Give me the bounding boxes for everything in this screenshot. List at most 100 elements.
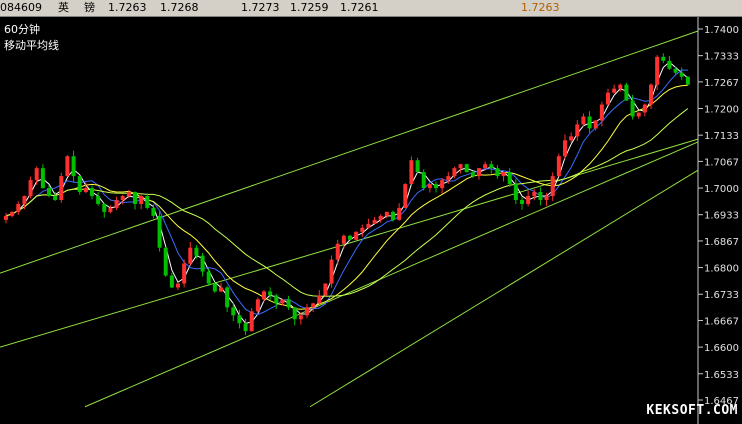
candle-body <box>372 219 377 224</box>
candle-body <box>65 156 70 177</box>
candle-body <box>28 180 33 197</box>
candle-body <box>151 207 156 216</box>
last-price: 1.7263 <box>521 1 560 14</box>
price-chart: 1.7400 1.7333 1.7267 1.7200 1.7133 1.7067 1.70… <box>0 17 739 424</box>
candle-body <box>145 196 150 208</box>
candle-body <box>10 211 15 216</box>
chart-title: 60分钟 <box>4 23 40 36</box>
y-tick-label: 1.6933 <box>704 211 739 222</box>
candle-body <box>114 199 119 208</box>
candle-body <box>59 176 64 200</box>
candle-body <box>335 243 340 260</box>
candle-body <box>384 211 389 216</box>
candle-body <box>188 247 193 264</box>
candle-body <box>274 295 279 304</box>
ma-slow-line <box>5 84 688 310</box>
candle-body <box>255 299 260 312</box>
candle-body <box>292 307 297 320</box>
candle-body <box>427 184 432 189</box>
candle-body <box>96 196 101 204</box>
candle-body <box>673 68 678 73</box>
candle-body <box>243 323 248 332</box>
candle-body <box>550 176 555 197</box>
candle-body <box>126 192 131 197</box>
trendline-channel-mid <box>0 138 699 348</box>
candle-body <box>415 160 420 173</box>
candle-body <box>298 315 303 320</box>
quote-bar: 084609 英 镑 1.7263 1.7268 1.7273 1.7259 1… <box>0 0 742 17</box>
candle-body <box>4 215 8 220</box>
candle-body <box>520 199 524 204</box>
ma-long-line <box>5 108 689 297</box>
candle-body <box>593 120 598 129</box>
y-tick-label: 1.6800 <box>704 264 739 275</box>
candle-body <box>532 192 537 197</box>
candle-body <box>495 168 500 177</box>
candle-body <box>409 160 414 185</box>
candle-body <box>354 231 359 240</box>
candle-body <box>642 104 647 113</box>
candle-body <box>630 100 635 117</box>
symbol-name-2: 镑 <box>84 1 95 14</box>
candle-body <box>249 311 254 332</box>
quote-value-1: 1.7263 <box>108 1 147 14</box>
candle-body <box>206 271 211 284</box>
candle-body <box>120 196 125 200</box>
candle-body <box>464 164 469 173</box>
candle-body <box>606 92 610 105</box>
candle-body <box>83 188 88 193</box>
candle-body <box>563 140 567 157</box>
candle-body <box>102 203 107 212</box>
candle-body <box>348 235 352 240</box>
candle-body <box>16 203 21 212</box>
candle-body <box>317 295 322 304</box>
candle-body <box>22 196 27 204</box>
candle-body <box>366 223 371 228</box>
candle-body <box>262 291 266 300</box>
y-tick-label: 1.7000 <box>704 184 739 195</box>
candle-body <box>477 168 481 177</box>
candle-body <box>163 247 168 276</box>
candle-body <box>655 56 660 85</box>
candle-body <box>526 196 531 204</box>
candle-body <box>483 164 488 169</box>
candle-body <box>139 196 144 204</box>
candle-body <box>391 211 395 220</box>
candle-body <box>667 60 672 69</box>
candle-body <box>624 84 629 101</box>
candle-body <box>378 215 383 220</box>
trendline-lower <box>84 141 699 408</box>
y-tick-label: 1.7400 <box>704 25 739 36</box>
chart-subtitle: 移动平均线 <box>4 39 59 52</box>
y-tick-label: 1.7200 <box>704 105 739 116</box>
candle-body <box>679 72 684 77</box>
candle-body <box>329 259 334 284</box>
candle-body <box>612 88 617 93</box>
candle-body <box>77 176 82 193</box>
candle-body <box>434 184 438 189</box>
candle-body <box>286 299 291 308</box>
candle-body <box>71 156 76 177</box>
candle-body <box>280 299 285 304</box>
candle-body <box>569 136 574 141</box>
candle-body <box>194 247 199 256</box>
quote-value-5: 1.7261 <box>340 1 379 14</box>
candle-body <box>587 116 592 129</box>
y-tick-label: 1.7333 <box>704 52 739 63</box>
watermark-logo: KEKSOFT.COM <box>646 403 738 418</box>
candle-body <box>618 84 623 89</box>
candle-body <box>649 84 653 105</box>
candle-body <box>40 168 45 189</box>
y-axis: 1.7400 1.7333 1.7267 1.7200 1.7133 1.7067 1.70… <box>697 17 739 424</box>
y-tick-label: 1.7267 <box>704 78 739 89</box>
candle-body <box>200 255 205 272</box>
candle-body <box>556 156 561 177</box>
symbol-code: 084609 <box>0 1 42 14</box>
candle-body <box>182 263 187 284</box>
trendlines <box>0 30 699 408</box>
candle-body <box>513 184 518 200</box>
candle-body <box>360 227 365 232</box>
candle-body <box>403 184 408 208</box>
symbol-name-1: 英 <box>58 1 69 14</box>
candle-body <box>661 56 666 61</box>
